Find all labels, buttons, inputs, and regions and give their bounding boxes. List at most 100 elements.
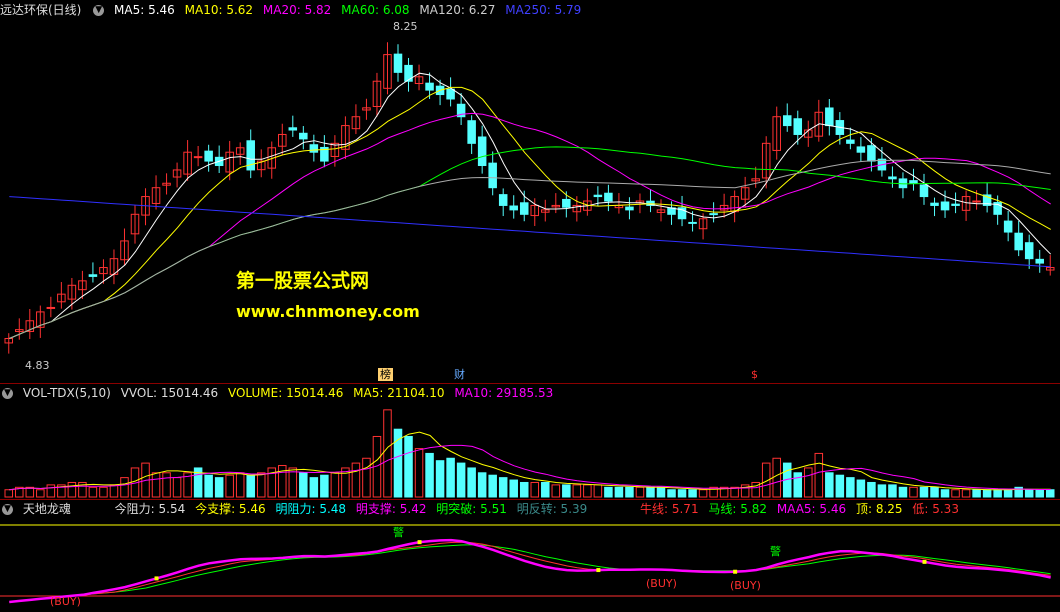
volume-bar <box>151 472 161 498</box>
candle-body <box>625 206 634 211</box>
volume-bar <box>604 486 613 498</box>
volume-bar <box>172 477 182 498</box>
volume-bar <box>246 474 255 498</box>
volume-bar <box>214 477 224 498</box>
volume-bar <box>919 486 929 498</box>
tag-dollar[interactable]: $ <box>749 368 760 381</box>
panel-menu-icon[interactable]: ▼ <box>93 5 105 16</box>
volume-bar <box>330 472 340 498</box>
ma250-line <box>9 196 1051 268</box>
price-chart[interactable] <box>0 20 1060 382</box>
volume-bar <box>99 486 108 498</box>
volume-bar <box>477 472 487 498</box>
tag-cai[interactable]: 财 <box>452 368 467 381</box>
indicator-slow-line <box>9 544 1051 603</box>
volume-bar <box>898 486 908 498</box>
candle-body <box>856 146 866 153</box>
candle-body <box>593 194 603 198</box>
tag-bang[interactable]: 榜 <box>378 368 393 381</box>
ma60-line <box>9 146 1051 339</box>
indicator-chart[interactable] <box>0 518 1060 612</box>
ma5-line <box>9 72 1052 339</box>
volume-bar <box>1045 489 1055 498</box>
candle-body <box>1035 258 1044 264</box>
warn-label-1: 警 <box>393 526 404 539</box>
volume-bar <box>972 489 981 498</box>
volume-bar <box>120 477 129 498</box>
watermark-title: 第一股票公式网 <box>236 270 370 292</box>
volume-bar <box>425 452 434 498</box>
volume-bar <box>1003 489 1013 498</box>
volume-bar <box>940 489 950 498</box>
indicator-main-line <box>9 538 1051 604</box>
volume-bar <box>772 457 781 498</box>
vol-menu-icon[interactable]: ▼ <box>2 388 13 399</box>
candle-body <box>446 88 455 100</box>
volume-bar <box>404 435 413 498</box>
volume-bar <box>688 489 697 498</box>
candle-body <box>940 201 950 211</box>
volume-bar <box>846 477 855 498</box>
candle-body <box>193 156 203 159</box>
ma120-line <box>9 159 1051 339</box>
volume-bar <box>109 484 119 498</box>
ming-zhicheng: 明支撑: 5.42 <box>355 502 427 516</box>
main-header: 远达环保(日线) ▼ MA5: 5.46 MA10: 5.62 MA20: 5.… <box>0 2 587 18</box>
candle-body <box>404 64 413 82</box>
volume-bar <box>593 484 603 498</box>
candle-body <box>793 118 803 135</box>
volume-bar <box>793 472 803 498</box>
volume-bar <box>309 477 319 498</box>
low-price-label: 4.83 <box>25 359 50 372</box>
ind-menu-icon[interactable]: ▼ <box>2 504 13 515</box>
volume-bar <box>299 472 308 498</box>
candle-body <box>519 202 529 215</box>
candle-body <box>1024 242 1034 260</box>
volume-bar <box>162 472 171 498</box>
indicator-header-right: 牛线: 5.71 马线: 5.82 MAA5: 5.46 顶: 8.25 低: … <box>640 501 965 517</box>
ma5-value: MA5: 5.46 <box>114 3 175 17</box>
ding: 顶: 8.25 <box>855 502 903 516</box>
candle-body <box>930 202 939 206</box>
warn-label-2: 警 <box>770 545 781 558</box>
volume-bar <box>456 462 466 498</box>
indicator-marker <box>154 576 159 581</box>
volume-bar <box>993 489 1002 498</box>
candle-body <box>604 192 613 202</box>
volume-bar <box>635 486 645 498</box>
ma10-value: MA10: 5.62 <box>184 3 254 17</box>
high-price-label: 8.25 <box>393 20 418 33</box>
buy-label-3: (BUY) <box>730 579 761 592</box>
volume-bar <box>1024 489 1034 498</box>
volume-bar <box>951 489 960 498</box>
volume-bar <box>383 409 392 498</box>
ming-zuli: 明阻力: 5.48 <box>275 502 347 516</box>
vol-ma10-line <box>9 444 1051 491</box>
volume-bar <box>646 486 655 498</box>
separator-main <box>0 383 1060 384</box>
vol-header: ▼ VOL-TDX(5,10) VVOL: 15014.46 VOLUME: 1… <box>0 385 559 401</box>
volume-bar <box>256 472 266 498</box>
vol-ma5-value: MA5: 21104.10 <box>353 386 445 400</box>
vol-ma5-line <box>9 431 1051 491</box>
volume-bar <box>435 460 445 498</box>
watermark-url: www.chnmoney.com <box>236 302 420 321</box>
vvol-value: VVOL: 15014.46 <box>120 386 219 400</box>
candle-body <box>299 132 308 140</box>
volume-bar <box>814 452 824 498</box>
volume-chart[interactable] <box>0 401 1060 499</box>
volume-bar <box>982 489 992 498</box>
stock-title: 远达环保(日线) <box>0 3 82 17</box>
volume-bar <box>88 486 98 498</box>
volume-bar <box>614 486 624 498</box>
volume-bar <box>625 486 634 498</box>
volume-bar <box>498 477 508 498</box>
vol-title: VOL-TDX(5,10) <box>22 386 111 400</box>
volume-bar <box>562 484 571 498</box>
volume-bar <box>656 486 666 498</box>
candle-body <box>919 184 929 198</box>
volume-bar <box>856 479 866 498</box>
ma60-value: MA60: 6.08 <box>341 3 410 17</box>
volume-bar <box>930 486 939 498</box>
volume-bar <box>1035 489 1044 498</box>
